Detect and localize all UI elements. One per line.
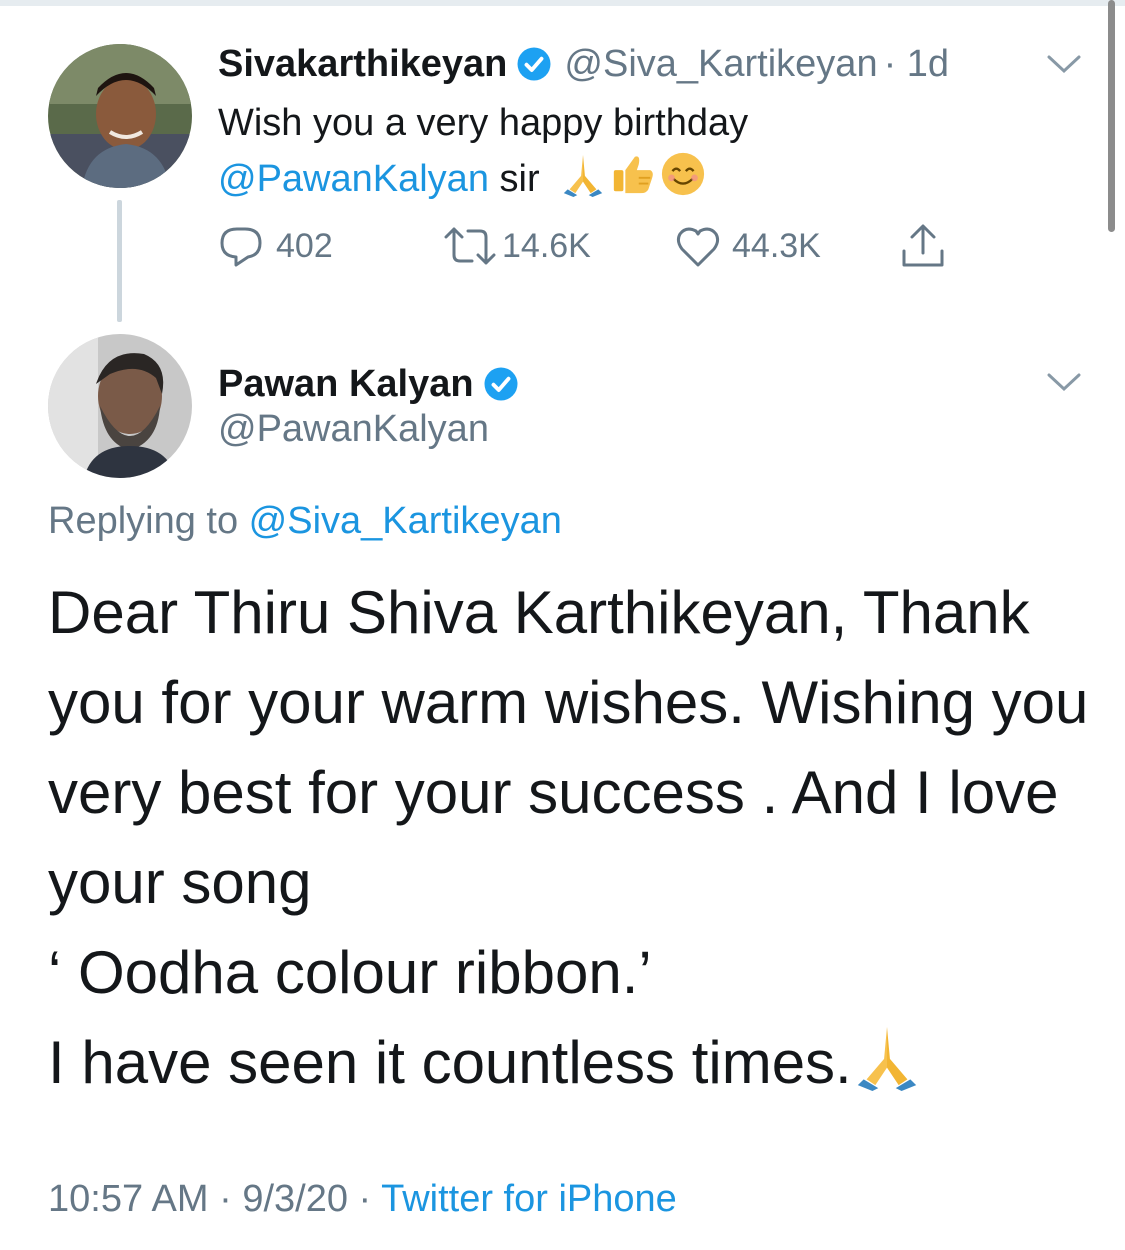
- folded-hands-icon: [852, 1021, 922, 1091]
- tweet-source-link[interactable]: Twitter for iPhone: [381, 1178, 677, 1220]
- tweet2-line: very best for your success . And I love: [48, 759, 1059, 826]
- retweet-count: 14.6K: [502, 226, 591, 265]
- tweet1-text-line2: @PawanKalyan sir: [218, 151, 748, 207]
- tweet2-line: your song: [48, 849, 312, 916]
- reply-icon: [218, 223, 264, 269]
- smiling-face-icon: [660, 151, 706, 197]
- replying-to: Replying to @Siva_Kartikeyan: [48, 500, 562, 543]
- scrollbar[interactable]: [1108, 0, 1115, 232]
- tweet1-text: Wish you a very happy birthday @PawanKal…: [218, 96, 748, 207]
- tweet2-author-name[interactable]: Pawan Kalyan: [218, 363, 474, 406]
- tweet1-author-handle[interactable]: @Siva_Kartikeyan: [564, 43, 877, 86]
- chevron-down-icon[interactable]: [1046, 370, 1082, 394]
- tweet2-text: Dear Thiru Shiva Karthikeyan, Thank you …: [48, 568, 1108, 1108]
- tweet2-time[interactable]: 10:57 AM: [48, 1178, 209, 1220]
- thumbs-up-icon: [610, 151, 656, 197]
- tweet1-text-tail: sir: [488, 158, 540, 200]
- avatar-sivakarthikeyan[interactable]: [48, 44, 192, 188]
- folded-hands-icon: [560, 151, 606, 197]
- reply-button[interactable]: 402: [218, 218, 333, 274]
- retweet-icon: [442, 223, 498, 269]
- tweet2-line: ‘ Oodha colour ribbon.’: [48, 939, 652, 1006]
- tweet1-actions: 402 14.6K 44.3K: [218, 218, 978, 274]
- like-button[interactable]: 44.3K: [674, 218, 821, 274]
- share-icon: [900, 221, 946, 271]
- tweet2-last-line: I have seen it countless times.: [48, 1018, 1108, 1108]
- retweet-button[interactable]: 14.6K: [442, 218, 591, 274]
- tweet1-time[interactable]: · 1d: [884, 43, 949, 86]
- mention-link[interactable]: @PawanKalyan: [218, 158, 489, 200]
- heart-icon: [674, 223, 722, 269]
- tweet2-author-handle[interactable]: @PawanKalyan: [218, 408, 489, 451]
- thread-connector: [117, 200, 122, 322]
- tweet1-text-line1: Wish you a very happy birthday: [218, 102, 749, 144]
- verified-badge-icon: [483, 366, 519, 402]
- like-count: 44.3K: [732, 226, 821, 265]
- tweet1-header: Sivakarthikeyan @Siva_Kartikeyan · 1d: [218, 36, 949, 92]
- replying-label: Replying to: [48, 500, 249, 542]
- share-button[interactable]: [900, 218, 946, 274]
- tweet2-header: Pawan Kalyan: [218, 356, 519, 412]
- verified-badge-icon: [516, 46, 552, 82]
- tweet2-line: Dear Thiru Shiva Karthikeyan, Thank: [48, 579, 1030, 646]
- tweet2-line: you for your warm wishes. Wishing you: [48, 669, 1089, 736]
- reply-count: 402: [276, 226, 333, 265]
- separator: ·: [348, 1178, 382, 1220]
- tweet1-author-name[interactable]: Sivakarthikeyan: [218, 43, 507, 86]
- avatar-pawan-kalyan[interactable]: [48, 334, 192, 478]
- replying-handle-link[interactable]: @Siva_Kartikeyan: [249, 500, 562, 542]
- chevron-down-icon[interactable]: [1046, 52, 1082, 76]
- separator: ·: [208, 1178, 243, 1220]
- tweet2-date[interactable]: 9/3/20: [242, 1178, 348, 1220]
- tweet2-line: I have seen it countless times.: [48, 1029, 852, 1096]
- tweet2-meta: 10:57 AM · 9/3/20 · Twitter for iPhone: [48, 1178, 677, 1221]
- top-divider: [0, 0, 1125, 6]
